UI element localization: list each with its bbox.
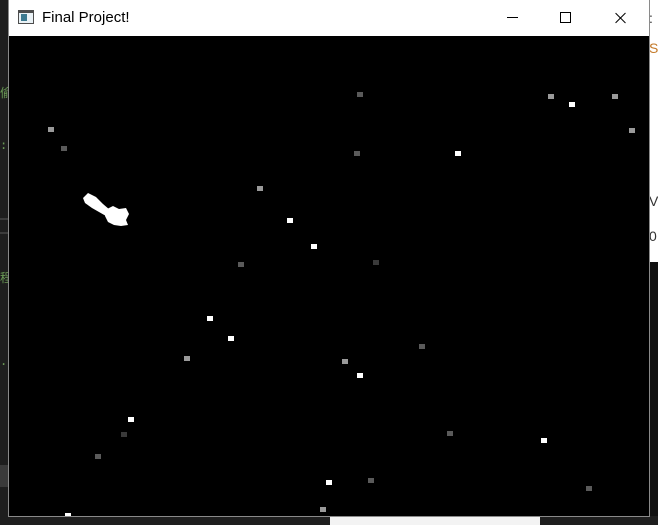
star (357, 373, 363, 378)
star (311, 244, 317, 249)
document-text-fragment: 0 (649, 228, 657, 244)
maximize-button[interactable] (543, 0, 589, 36)
star (95, 454, 101, 459)
star (612, 94, 618, 99)
star (121, 432, 127, 437)
star (368, 478, 374, 483)
star (586, 486, 592, 491)
star (48, 127, 54, 132)
star (61, 146, 67, 151)
star (419, 344, 425, 349)
document-text-fragment: V (649, 193, 658, 209)
star (354, 151, 360, 156)
star (373, 260, 379, 265)
star (257, 186, 263, 191)
game-canvas[interactable] (9, 36, 649, 516)
close-button[interactable] (597, 0, 643, 36)
minimize-icon (507, 17, 518, 18)
document-text-fragment: S (649, 40, 658, 56)
player-ship (83, 193, 129, 226)
window-title: Final Project! (42, 9, 130, 26)
starfield (48, 92, 635, 516)
star (629, 128, 635, 133)
star (320, 507, 326, 512)
star (287, 218, 293, 223)
maximize-icon (560, 12, 571, 23)
taskbar-fragment (0, 516, 658, 525)
star (184, 356, 190, 361)
taskbar-light-fragment (330, 516, 540, 525)
game-window[interactable]: Final Project! (9, 0, 649, 516)
star (228, 336, 234, 341)
minimize-button[interactable] (489, 0, 535, 36)
star (548, 94, 554, 99)
star (326, 480, 332, 485)
star (541, 438, 547, 443)
star (447, 431, 453, 436)
star (455, 151, 461, 156)
document-text-fragment: : (649, 10, 653, 26)
star (569, 102, 575, 107)
ship-body (105, 206, 129, 226)
star (357, 92, 363, 97)
close-icon (615, 12, 627, 24)
star (238, 262, 244, 267)
window-app-icon[interactable] (18, 10, 34, 24)
window-titlebar[interactable]: Final Project! (9, 0, 649, 36)
star (342, 359, 348, 364)
star (65, 513, 71, 516)
star (128, 417, 134, 422)
star (207, 316, 213, 321)
document-dark-fragment (649, 262, 658, 525)
